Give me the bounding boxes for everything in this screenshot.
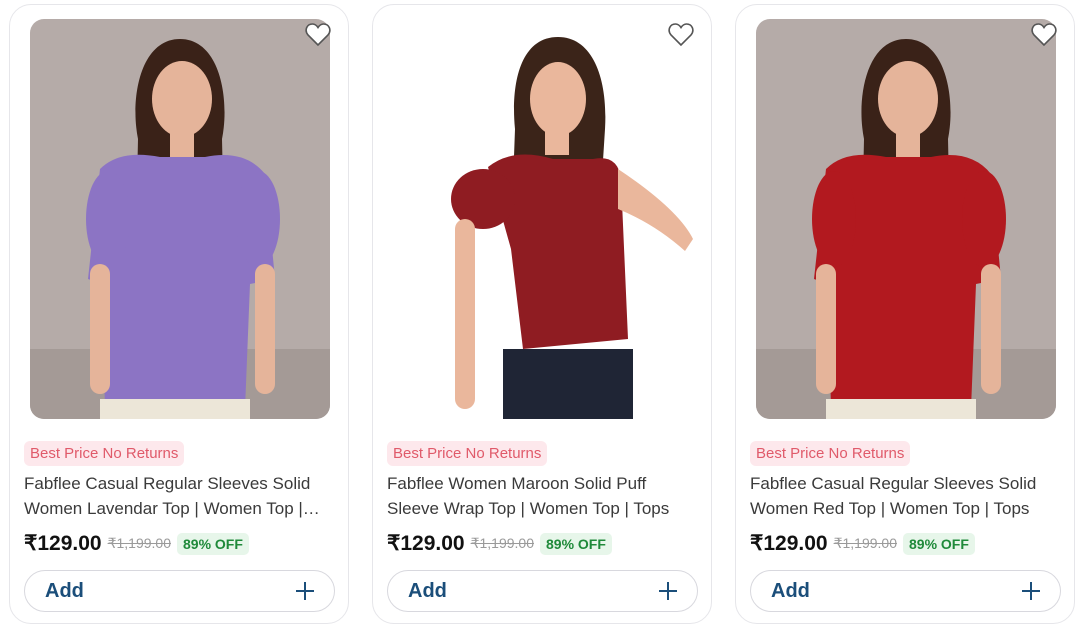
add-button-label: Add	[408, 579, 447, 602]
wishlist-heart-icon[interactable]	[667, 21, 695, 49]
add-to-cart-button[interactable]: Add	[24, 570, 335, 612]
product-title[interactable]: Fabflee Casual Regular Sleeves Solid Wom…	[750, 471, 1062, 521]
product-card[interactable]: Best Price No Returns Fabflee Casual Reg…	[9, 4, 349, 624]
best-price-badge: Best Price No Returns	[24, 441, 185, 466]
product-card[interactable]: Best Price No Returns Fabflee Casual Reg…	[735, 4, 1075, 624]
product-image[interactable]	[756, 19, 1056, 419]
selling-price: ₹129.00	[387, 532, 465, 555]
add-to-cart-button[interactable]: Add	[750, 570, 1061, 612]
add-to-cart-button[interactable]: Add	[387, 570, 698, 612]
plus-icon	[1022, 582, 1040, 600]
product-image[interactable]	[393, 19, 693, 419]
wishlist-heart-icon[interactable]	[1030, 21, 1058, 49]
product-image[interactable]	[30, 19, 330, 419]
selling-price: ₹129.00	[750, 532, 828, 555]
price-row: ₹129.00 ₹1,199.00 89% OFF	[387, 531, 699, 556]
discount-badge: 89% OFF	[177, 532, 249, 555]
price-row: ₹129.00 ₹1,199.00 89% OFF	[750, 531, 1062, 556]
discount-badge: 89% OFF	[540, 532, 612, 555]
discount-badge: 89% OFF	[903, 532, 975, 555]
plus-icon	[659, 582, 677, 600]
plus-icon	[296, 582, 314, 600]
product-card[interactable]: Best Price No Returns Fabflee Women Maro…	[372, 4, 712, 624]
product-title[interactable]: Fabflee Women Maroon Solid Puff Sleeve W…	[387, 471, 699, 521]
price-row: ₹129.00 ₹1,199.00 89% OFF	[24, 531, 336, 556]
wishlist-heart-icon[interactable]	[304, 21, 332, 49]
best-price-badge: Best Price No Returns	[387, 441, 548, 466]
mrp-price: ₹1,199.00	[107, 535, 171, 551]
mrp-price: ₹1,199.00	[470, 535, 534, 551]
product-title[interactable]: Fabflee Casual Regular Sleeves Solid Wom…	[24, 471, 336, 521]
selling-price: ₹129.00	[24, 532, 102, 555]
add-button-label: Add	[771, 579, 810, 602]
add-button-label: Add	[45, 579, 84, 602]
mrp-price: ₹1,199.00	[833, 535, 897, 551]
best-price-badge: Best Price No Returns	[750, 441, 911, 466]
